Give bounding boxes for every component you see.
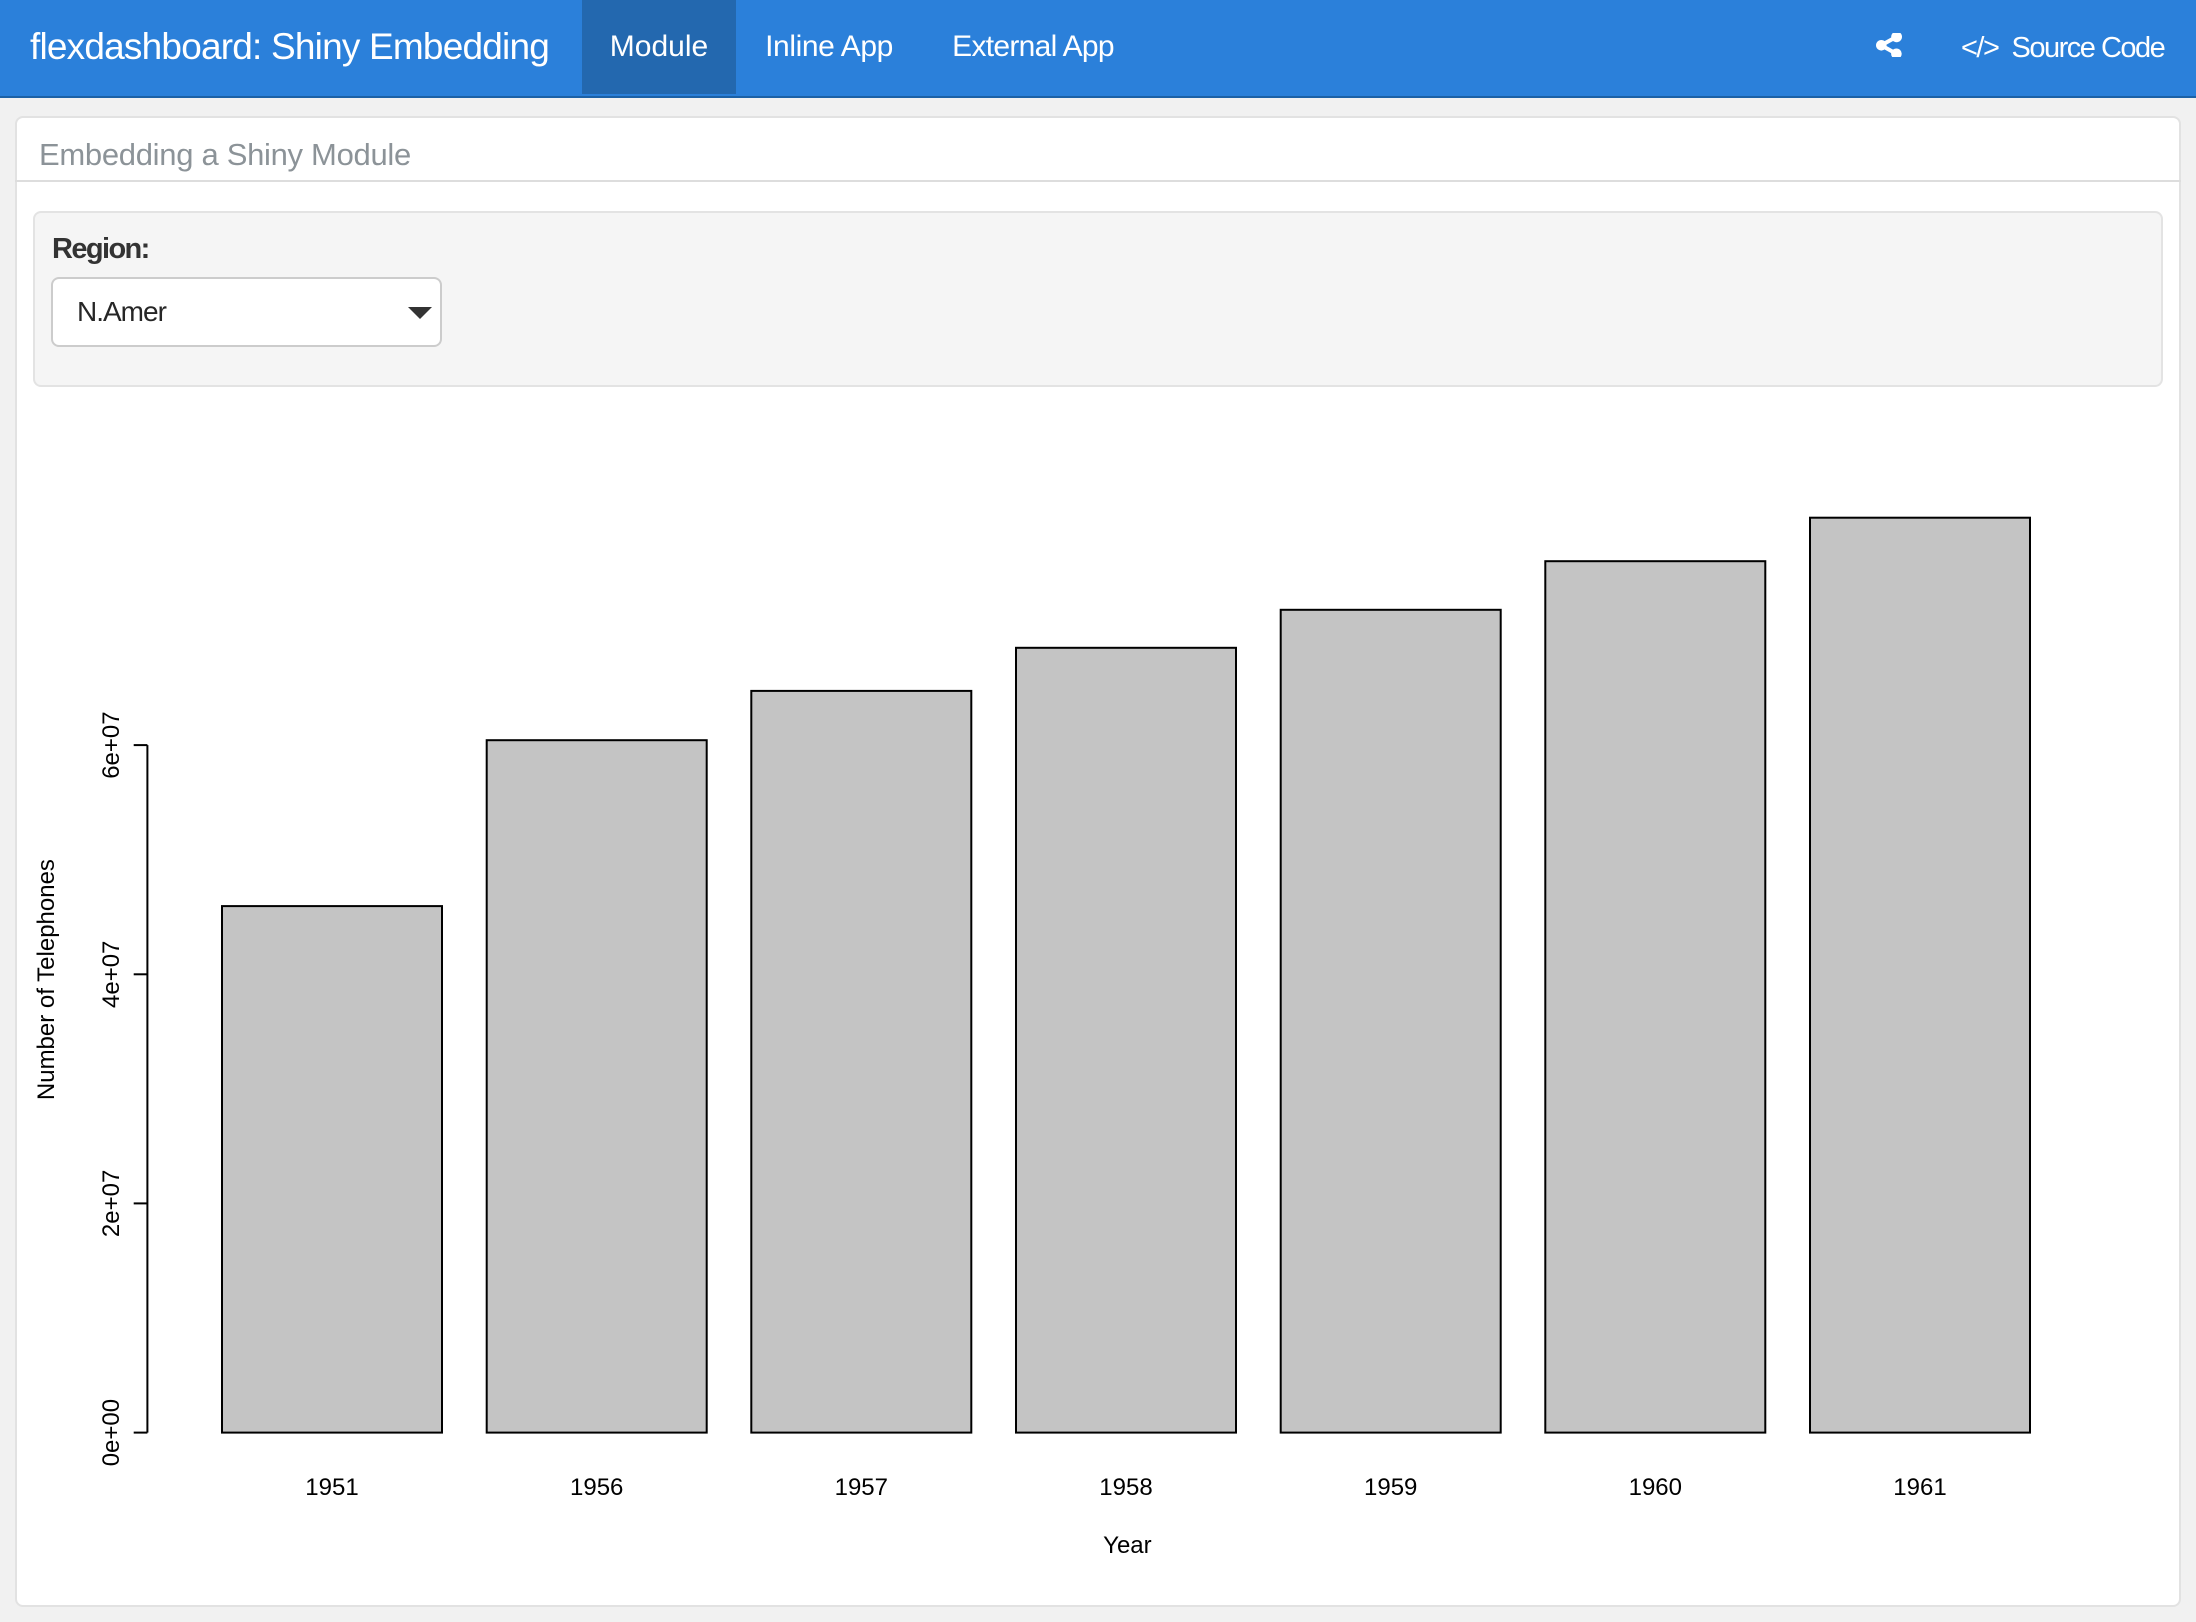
svg-text:4e+07: 4e+07 [98, 941, 125, 1008]
svg-text:1960: 1960 [1629, 1474, 1682, 1501]
svg-text:0e+00: 0e+00 [98, 1399, 125, 1466]
svg-text:1959: 1959 [1364, 1474, 1417, 1501]
svg-text:2e+07: 2e+07 [98, 1170, 125, 1237]
svg-text:Number of Telephones: Number of Telephones [33, 859, 60, 1100]
svg-text:1958: 1958 [1099, 1474, 1152, 1501]
svg-text:1951: 1951 [305, 1474, 358, 1501]
svg-text:Year: Year [1103, 1532, 1152, 1559]
svg-text:1961: 1961 [1893, 1474, 1946, 1501]
svg-text:1956: 1956 [570, 1474, 623, 1501]
svg-text:1957: 1957 [835, 1474, 888, 1501]
svg-text:6e+07: 6e+07 [98, 711, 125, 778]
